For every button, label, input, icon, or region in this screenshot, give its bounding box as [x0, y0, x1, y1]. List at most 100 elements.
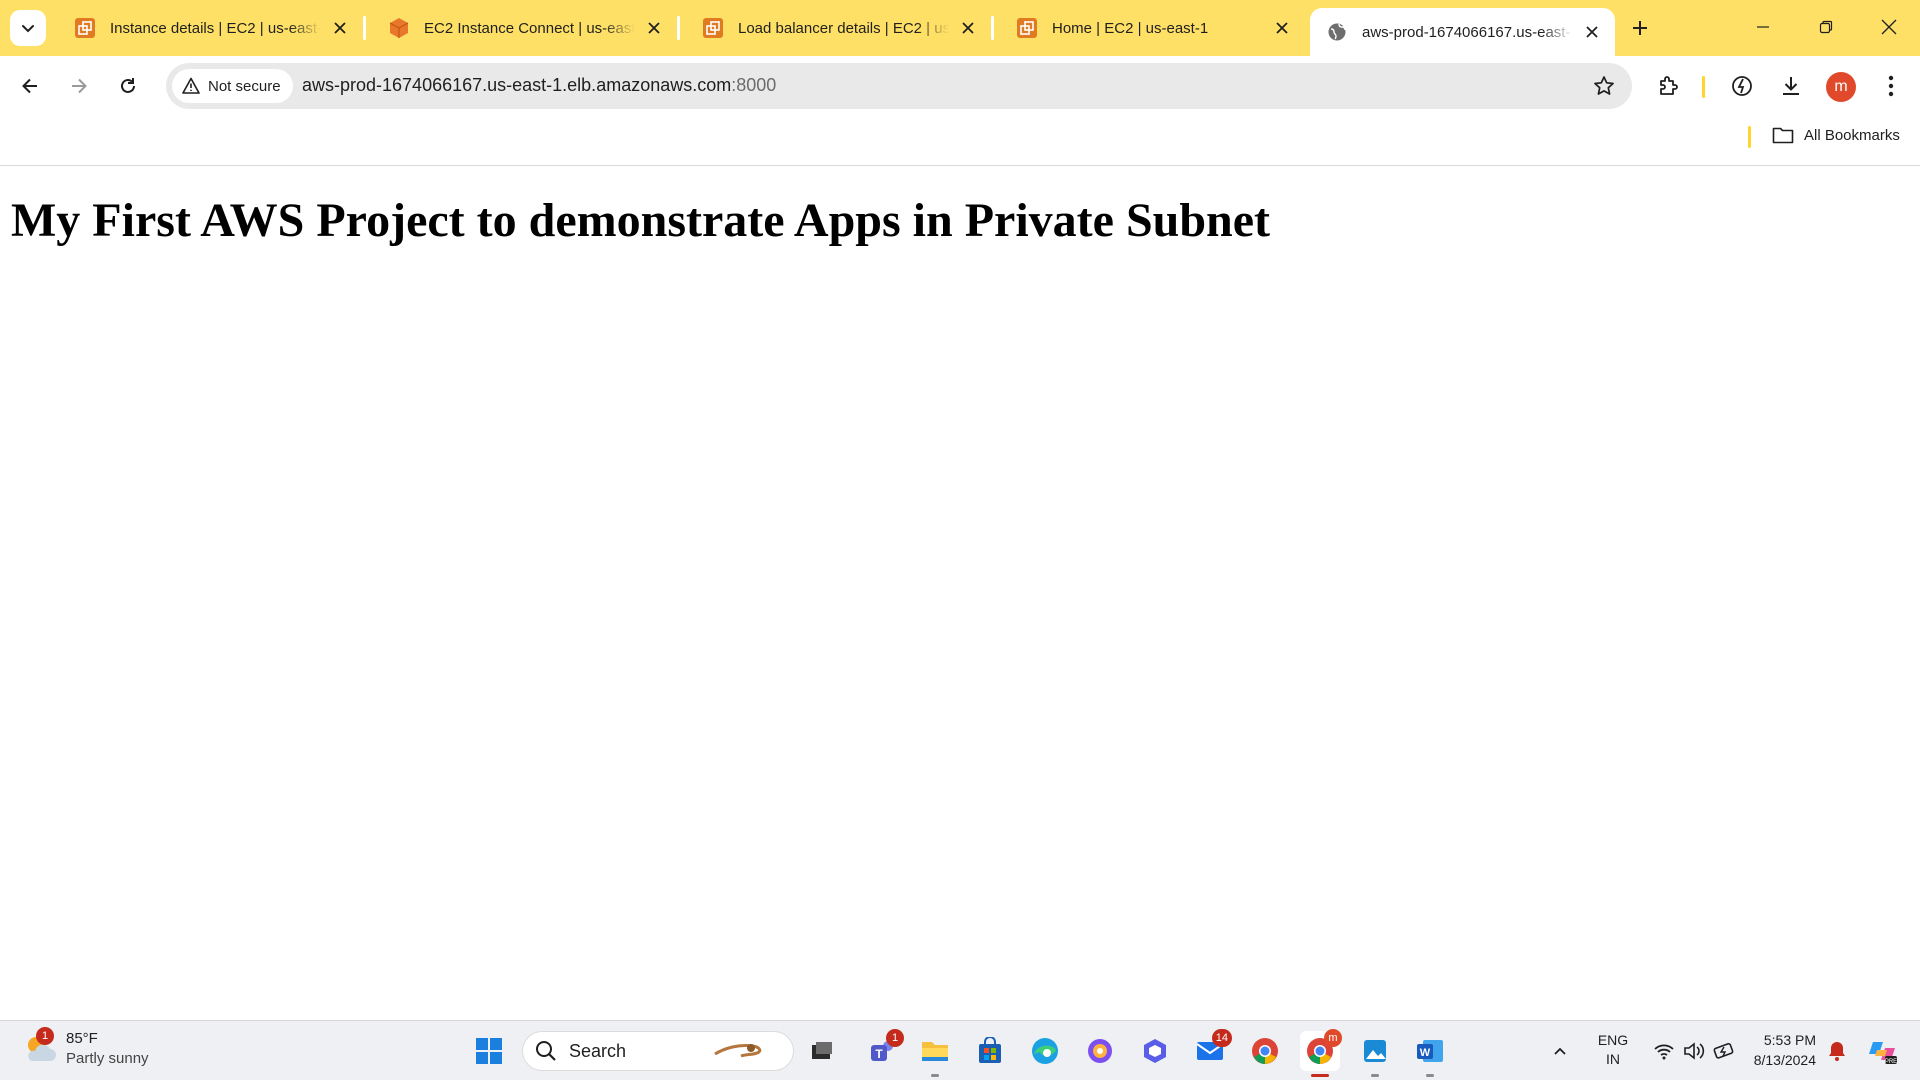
- arrow-right-icon: [72, 78, 87, 94]
- performance-button[interactable]: [1728, 72, 1756, 100]
- reload-icon: [121, 78, 135, 93]
- all-bookmarks-button[interactable]: All Bookmarks: [1772, 126, 1900, 144]
- web-page: My First AWS Project to demonstrate Apps…: [0, 167, 1920, 1020]
- minimize-icon: [1757, 26, 1769, 28]
- close-icon[interactable]: [329, 17, 351, 39]
- close-window-button[interactable]: [1866, 8, 1912, 46]
- close-icon[interactable]: [643, 17, 665, 39]
- photos-app[interactable]: [1355, 1031, 1395, 1077]
- plus-icon: [1633, 21, 1647, 35]
- copilot-app[interactable]: [1080, 1031, 1120, 1071]
- svg-text:W: W: [1420, 1047, 1431, 1059]
- tab-separator: [677, 16, 680, 40]
- reload-button[interactable]: [110, 68, 146, 104]
- tab-strip: Instance details | EC2 | us-east-1 EC2 I…: [0, 0, 1920, 56]
- address-bar[interactable]: Not secure aws-prod-1674066167.us-east-1…: [166, 63, 1632, 109]
- tab-title: Home | EC2 | us-east-1: [1052, 19, 1209, 37]
- word-icon: W: [1417, 1040, 1443, 1062]
- copilot-preview-button[interactable]: PRE: [1862, 1031, 1902, 1071]
- chevron-up-icon: [1554, 1047, 1566, 1055]
- battery-icon: [1713, 1042, 1734, 1059]
- task-view-button[interactable]: [802, 1031, 842, 1071]
- arrow-left-icon: [22, 78, 37, 94]
- chrome-profile-badge: m: [1324, 1029, 1342, 1047]
- clock[interactable]: 5:53 PM 8/13/2024: [1738, 1030, 1816, 1070]
- clock-date: 8/13/2024: [1753, 1052, 1816, 1068]
- bookmark-star-button[interactable]: [1592, 74, 1616, 98]
- edge-app[interactable]: [1025, 1031, 1065, 1071]
- tab-title: Load balancer details | EC2 | us-east-1: [738, 19, 949, 37]
- chrome-app[interactable]: [1245, 1031, 1285, 1071]
- word-app[interactable]: W: [1410, 1031, 1450, 1077]
- file-explorer-app[interactable]: [915, 1031, 955, 1077]
- restore-button[interactable]: [1803, 8, 1849, 46]
- minimize-button[interactable]: [1740, 8, 1786, 46]
- puzzle-icon: [1660, 76, 1678, 95]
- star-icon: [1594, 76, 1614, 95]
- browser-menu-button[interactable]: [1877, 72, 1905, 100]
- svg-text:T: T: [875, 1047, 883, 1061]
- aws-console-icon: [702, 17, 724, 39]
- wifi-icon: [1654, 1044, 1674, 1060]
- running-indicator: [931, 1074, 939, 1077]
- teams-app[interactable]: T 1: [862, 1029, 904, 1071]
- site-info-chip[interactable]: Not secure: [172, 69, 293, 103]
- page-heading: My First AWS Project to demonstrate Apps…: [11, 194, 1271, 247]
- system-tray-quick-settings[interactable]: [1645, 1031, 1745, 1071]
- tab-active-elb[interactable]: aws-prod-1674066167.us-east-1: [1310, 8, 1615, 56]
- tab-separator: [363, 16, 366, 40]
- windows-taskbar: 1 85°F Partly sunny Search T 1 14 m W EN…: [0, 1020, 1920, 1080]
- task-view-icon: [812, 1042, 832, 1059]
- weather-temp: 85°F: [66, 1030, 98, 1047]
- globe-icon: [1326, 21, 1348, 43]
- mail-badge: 14: [1211, 1029, 1232, 1047]
- windows-logo-icon: [476, 1038, 502, 1064]
- language-code: ENG: [1597, 1032, 1629, 1048]
- close-icon[interactable]: [1581, 21, 1603, 43]
- tab-load-balancer-details[interactable]: Load balancer details | EC2 | us-east-1: [686, 6, 991, 50]
- bell-icon: [1829, 1042, 1845, 1061]
- aws-console-icon: [1016, 17, 1038, 39]
- chrome-icon: [1252, 1038, 1278, 1064]
- close-icon[interactable]: [957, 17, 979, 39]
- language-region: IN: [1606, 1051, 1620, 1067]
- tab-instance-connect[interactable]: EC2 Instance Connect | us-east-1: [372, 6, 677, 50]
- new-tab-button[interactable]: [1624, 12, 1656, 44]
- notifications-button[interactable]: [1822, 1031, 1852, 1071]
- photos-icon: [1364, 1040, 1386, 1062]
- weather-widget[interactable]: 1 85°F Partly sunny: [22, 1027, 149, 1069]
- start-button[interactable]: [469, 1031, 509, 1071]
- restore-icon: [1819, 20, 1833, 34]
- show-hidden-icons-button[interactable]: [1541, 1031, 1579, 1071]
- tab-instance-details[interactable]: Instance details | EC2 | us-east-1: [58, 6, 363, 50]
- close-icon[interactable]: [1271, 17, 1293, 39]
- tab-ec2-home[interactable]: Home | EC2 | us-east-1: [1000, 6, 1305, 50]
- running-indicator: [1311, 1074, 1329, 1077]
- extensions-button[interactable]: [1655, 72, 1683, 100]
- taskbar-search[interactable]: Search: [522, 1031, 794, 1071]
- m365-icon: [1144, 1039, 1166, 1063]
- downloads-button[interactable]: [1777, 72, 1805, 100]
- toolbar-separator: [1702, 76, 1705, 98]
- microsoft-store-app[interactable]: [970, 1031, 1010, 1071]
- volume-icon: [1684, 1042, 1705, 1060]
- weather-badge: 1: [36, 1027, 54, 1045]
- download-icon: [1783, 77, 1799, 95]
- folder-icon: [922, 1042, 948, 1061]
- folder-icon: [1772, 127, 1794, 144]
- copilot-icon: [1088, 1039, 1112, 1063]
- copilot-color-icon: PRE: [1869, 1042, 1897, 1065]
- m365-app[interactable]: [1135, 1031, 1175, 1071]
- profile-avatar[interactable]: m: [1826, 72, 1856, 102]
- tab-search-button[interactable]: [10, 10, 46, 46]
- browser-toolbar: Not secure aws-prod-1674066167.us-east-1…: [0, 56, 1920, 116]
- store-icon: [979, 1037, 1001, 1063]
- forward-button[interactable]: [61, 68, 97, 104]
- chrome-profile-app[interactable]: m: [1300, 1029, 1342, 1077]
- tab-title: Instance details | EC2 | us-east-1: [110, 19, 321, 37]
- mail-app[interactable]: 14: [1190, 1029, 1232, 1071]
- language-indicator[interactable]: ENG IN: [1592, 1031, 1634, 1069]
- back-button[interactable]: [12, 68, 48, 104]
- url-text[interactable]: aws-prod-1674066167.us-east-1.elb.amazon…: [302, 75, 776, 96]
- search-placeholder: Search: [569, 1040, 627, 1061]
